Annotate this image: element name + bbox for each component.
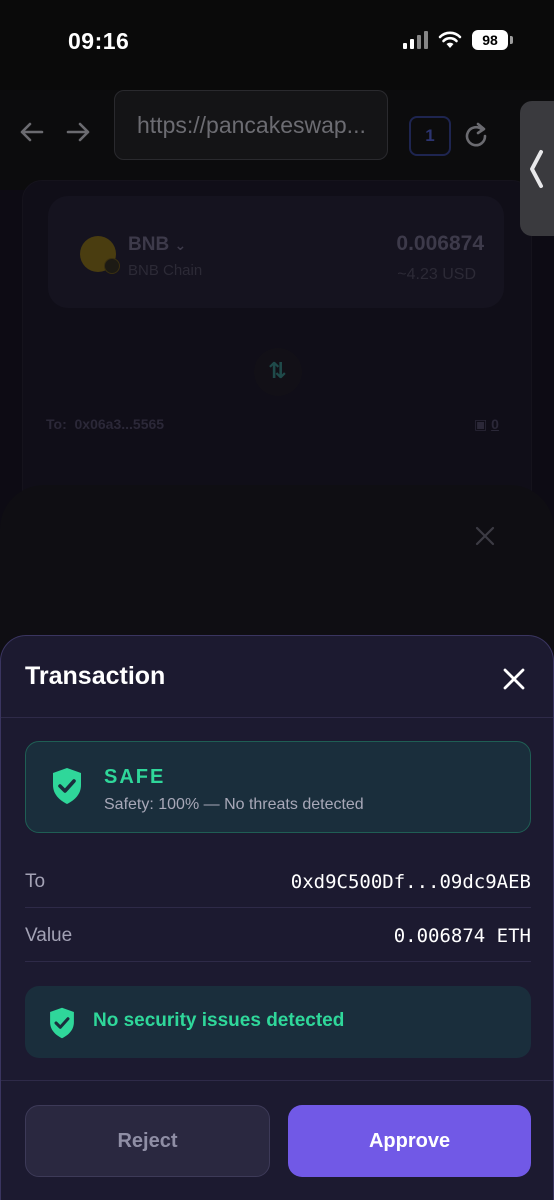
bnb-logo-icon <box>80 236 120 274</box>
side-panel-handle[interactable] <box>520 101 554 236</box>
shield-check-icon <box>50 1007 74 1039</box>
reload-icon[interactable] <box>460 120 492 152</box>
status-time: 09:16 <box>68 28 130 54</box>
detail-row-to: To 0xd9C500Df...09dc9AEB <box>25 854 531 908</box>
token-usd-value: ~4.23 USD <box>397 266 476 283</box>
status-bar: 09:16 98 <box>0 0 554 90</box>
shield-check-icon <box>53 768 81 804</box>
security-message: No security issues detected <box>93 1010 345 1031</box>
wifi-icon <box>438 31 462 48</box>
detail-value: 0xd9C500Df...09dc9AEB <box>290 871 531 893</box>
swap-direction-button: ⇅ <box>254 348 302 396</box>
url-bar[interactable]: https://pancakeswap... <box>114 90 388 160</box>
approve-button[interactable]: Approve <box>288 1105 531 1177</box>
battery-icon: 98 <box>472 30 513 50</box>
close-icon <box>475 526 495 546</box>
wallet-count: ▣ 0 <box>474 416 499 432</box>
safety-detail: Safety: 100% — No threats detected <box>104 796 364 813</box>
swap-arrows-icon: ⇅ <box>268 358 287 383</box>
safety-status-card: SAFE Safety: 100% — No threats detected <box>25 741 531 833</box>
reject-button[interactable]: Reject <box>25 1105 270 1177</box>
back-arrow-icon[interactable] <box>16 116 48 148</box>
recipient-row: To: 0x06a3...5565 <box>46 416 165 432</box>
close-icon[interactable] <box>499 664 529 694</box>
detail-value: 0.006874 ETH <box>393 925 531 947</box>
chevron-down-icon: ⌄ <box>174 237 187 253</box>
sheet-header: Transaction <box>1 636 553 718</box>
detail-row-value: Value 0.006874 ETH <box>25 908 531 962</box>
wallet-icon: ▣ <box>474 416 488 432</box>
token-amount: 0.006874 <box>396 232 484 255</box>
sheet-title: Transaction <box>25 662 166 690</box>
detail-label: Value <box>25 925 73 946</box>
tab-count-button[interactable]: 1 <box>409 116 451 156</box>
security-check-card: No security issues detected <box>25 986 531 1058</box>
chevron-left-icon <box>530 150 543 188</box>
forward-arrow-icon[interactable] <box>62 116 94 148</box>
transaction-sheet: Transaction SAFE Safety: 100% — No threa… <box>0 635 554 1200</box>
detail-label: To <box>25 871 46 892</box>
status-icons: 98 <box>403 30 513 50</box>
token-symbol: BNB ⌄ <box>128 234 187 255</box>
sheet-footer: Reject Approve <box>1 1080 553 1200</box>
token-chain: BNB Chain <box>128 262 203 279</box>
cellular-signal-icon <box>403 31 428 49</box>
browser-toolbar: https://pancakeswap... 1 <box>0 90 554 190</box>
safety-status: SAFE <box>104 766 166 788</box>
